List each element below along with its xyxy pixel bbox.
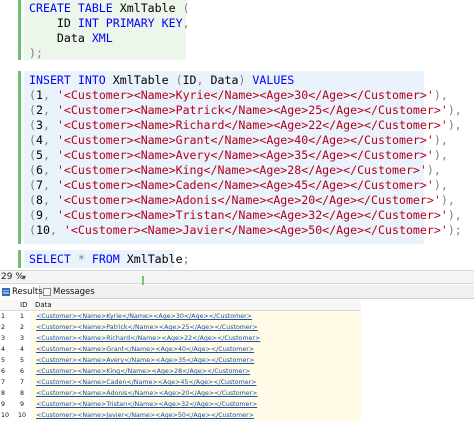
code-line-insert-row: (2, '<Customer><Name>Patrick</Name><Age>…: [29, 103, 462, 117]
cell-id[interactable]: 8: [14, 388, 30, 399]
cell-id[interactable]: 6: [14, 366, 30, 377]
chevron-down-icon[interactable]: ▾: [22, 272, 26, 283]
row-number[interactable]: 2: [1, 322, 13, 333]
cell-id[interactable]: 10: [14, 410, 30, 421]
code-line-create: );: [29, 46, 43, 60]
cell-xml-link[interactable]: <Customer><Name>Adonis</Name><Age>20</Ag…: [36, 388, 257, 399]
table-row[interactable]: 8 8 <Customer><Name>Adonis</Name><Age>20</…: [0, 388, 474, 399]
code-line-select: SELECT * FROM XmlTable;: [29, 252, 190, 266]
column-header-id[interactable]: ID: [14, 300, 30, 311]
table-row[interactable]: 3 3 <Customer><Name>Richard</Name><Age>22<…: [0, 333, 474, 344]
table-row[interactable]: 2 2 <Customer><Name>Patrick</Name><Age>25<…: [0, 322, 474, 333]
cell-id[interactable]: 2: [14, 322, 30, 333]
code-line-insert-row: (7, '<Customer><Name>Caden</Name><Age>45…: [29, 178, 448, 192]
code-line-create: ID INT PRIMARY KEY,: [29, 16, 190, 30]
cell-xml-link[interactable]: <Customer><Name>Patrick</Name><Age>25</A…: [36, 322, 258, 333]
cell-xml-link[interactable]: <Customer><Name>Grant</Name><Age>40</Age…: [36, 344, 254, 355]
column-header-data[interactable]: Data: [31, 300, 361, 311]
cell-xml-link[interactable]: <Customer><Name>Javier</Name><Age>50</Ag…: [36, 410, 254, 421]
cell-xml-link[interactable]: <Customer><Name>Richard</Name><Age>22</A…: [36, 333, 260, 344]
row-number[interactable]: 10: [1, 410, 13, 421]
change-marker: [18, 71, 21, 244]
table-row[interactable]: 9 9 <Customer><Name>Tristan</Name><Age>32<…: [0, 399, 474, 410]
row-number[interactable]: 6: [1, 366, 13, 377]
code-line-create: Data XML: [29, 31, 113, 45]
cell-xml-link[interactable]: <Customer><Name>Caden</Name><Age>45</Age…: [36, 377, 257, 388]
cell-id[interactable]: 9: [14, 399, 30, 410]
code-line-create: CREATE TABLE XmlTable (: [29, 1, 190, 15]
cell-xml-link[interactable]: <Customer><Name>Avery</Name><Age>35</Age…: [36, 355, 254, 366]
change-marker: [18, 0, 21, 60]
code-line-insert-row: (6, '<Customer><Name>King</Name><Age>28<…: [29, 163, 441, 177]
cell-id[interactable]: 5: [14, 355, 30, 366]
code-line-insert-header: INSERT INTO XmlTable (ID, Data) VALUES: [29, 73, 295, 87]
grid-icon: [2, 288, 10, 296]
row-number[interactable]: 1: [1, 311, 13, 322]
cell-xml-link[interactable]: <Customer><Name>Tristan</Name><Age>32</A…: [36, 399, 257, 410]
row-number-header[interactable]: [0, 300, 14, 311]
table-row[interactable]: 6 6 <Customer><Name>King</Name><Age>28</Ag…: [0, 366, 474, 377]
row-number[interactable]: 9: [1, 399, 13, 410]
cell-id[interactable]: 4: [14, 344, 30, 355]
table-row[interactable]: 1 1 <Customer><Name>Kyrie</Name><Age>30</A…: [0, 311, 474, 322]
table-row[interactable]: 5 5 <Customer><Name>Avery</Name><Age>35</A…: [0, 355, 474, 366]
tab-messages-label: Messages: [53, 287, 95, 297]
results-tab-strip: Results Messages: [0, 285, 474, 299]
cell-id[interactable]: 3: [14, 333, 30, 344]
cell-xml-link[interactable]: <Customer><Name>Kyrie</Name><Age>30</Age…: [36, 311, 252, 322]
message-icon: [43, 288, 51, 296]
code-line-insert-row: (5, '<Customer><Name>Avery</Name><Age>35…: [29, 148, 448, 162]
code-line-insert-row: (10, '<Customer><Name>Javier</Name><Age>…: [29, 223, 462, 237]
tab-results[interactable]: Results: [0, 285, 43, 299]
code-line-insert-row: (1, '<Customer><Name>Kyrie</Name><Age>30…: [29, 88, 448, 102]
change-marker: [18, 250, 21, 268]
cell-id[interactable]: 7: [14, 377, 30, 388]
zoom-bar: 29 % ▾: [0, 270, 474, 284]
row-number[interactable]: 8: [1, 388, 13, 399]
tab-results-label: Results: [12, 287, 43, 297]
query-editor[interactable]: CREATE TABLE XmlTable ( ID INT PRIMARY K…: [0, 0, 474, 268]
row-number[interactable]: 5: [1, 355, 13, 366]
code-line-insert-row: (9, '<Customer><Name>Tristan</Name><Age>…: [29, 208, 462, 222]
code-line-insert-row: (4, '<Customer><Name>Grant</Name><Age>40…: [29, 133, 448, 147]
row-number[interactable]: 3: [1, 333, 13, 344]
table-row[interactable]: 7 7 <Customer><Name>Caden</Name><Age>45</A…: [0, 377, 474, 388]
code-line-insert-row: (3, '<Customer><Name>Richard</Name><Age>…: [29, 118, 462, 132]
cell-xml-link[interactable]: <Customer><Name>King</Name><Age>28</Age>…: [36, 366, 250, 377]
zoom-level[interactable]: 29 %: [1, 271, 24, 283]
code-line-insert-row: (8, '<Customer><Name>Adonis</Name><Age>2…: [29, 193, 455, 207]
table-row[interactable]: 10 10 <Customer><Name>Javier</Name><Age>50…: [0, 410, 474, 421]
row-number[interactable]: 7: [1, 377, 13, 388]
cell-id[interactable]: 1: [14, 311, 30, 322]
tab-messages[interactable]: Messages: [41, 285, 101, 299]
table-row[interactable]: 4 4 <Customer><Name>Grant</Name><Age>40</A…: [0, 344, 474, 355]
row-number[interactable]: 4: [1, 344, 13, 355]
results-grid[interactable]: ID Data 1 1 <Customer><Name>Kyrie</Name><A…: [0, 300, 474, 428]
